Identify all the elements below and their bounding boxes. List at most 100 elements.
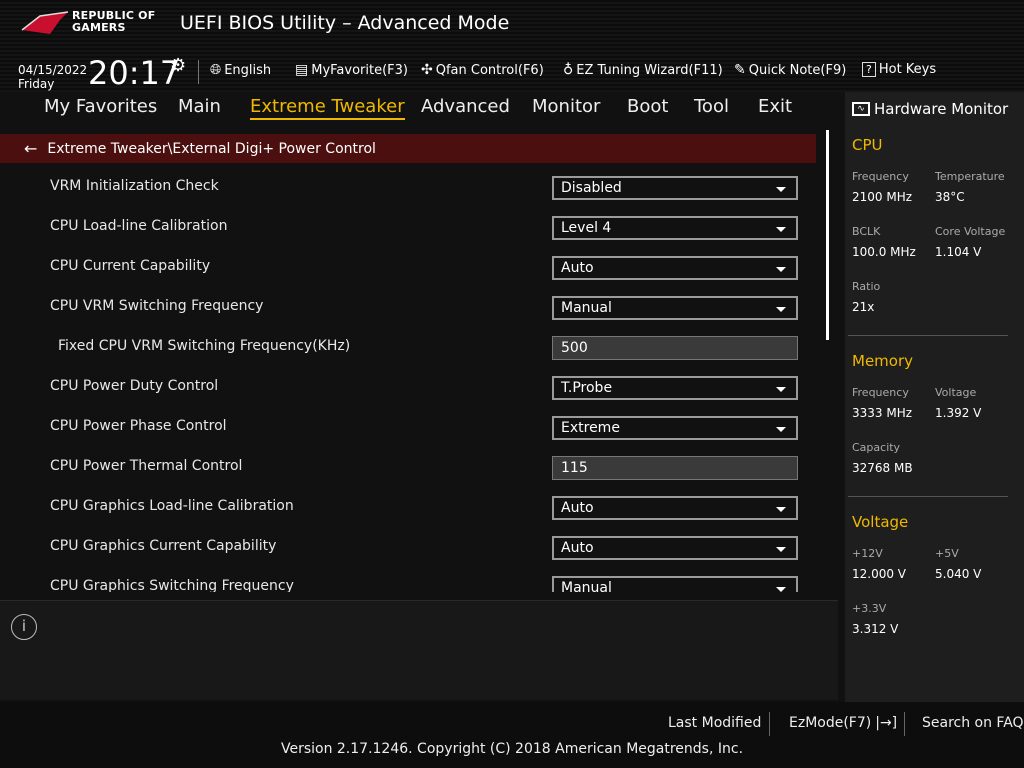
app-title: UEFI BIOS Utility – Advanced Mode (180, 12, 510, 34)
scrollbar[interactable] (826, 130, 829, 340)
dropdown-arrow-icon (776, 507, 786, 512)
search-faq-button[interactable]: Search on FAQ (922, 715, 1024, 731)
divider (904, 712, 905, 736)
setting-row: VRM Initialization Check Disabled (0, 166, 816, 206)
favorite-list-icon: ▤ (295, 62, 309, 78)
exit-arrow-icon: |→] (875, 715, 898, 731)
weekday: Friday (18, 77, 55, 91)
setting-row: CPU Graphics Switching Frequency Manual (0, 566, 816, 592)
monitor-icon: ∿ (852, 102, 870, 116)
quick-note-button[interactable]: ✎ Quick Note(F9) (734, 62, 846, 78)
version-text: Version 2.17.1246. Copyright (C) 2018 Am… (280, 741, 744, 757)
breadcrumb-path: Extreme Tweaker\External Digi+ Power Con… (47, 140, 376, 157)
hot-keys-label: Hot Keys (878, 62, 937, 77)
12v-value: 12.000 V (852, 567, 907, 581)
qfan-button[interactable]: ✣ Qfan Control(F6) (421, 62, 544, 78)
tab-monitor[interactable]: Monitor (532, 96, 600, 117)
memory-section-title: Memory (852, 352, 914, 370)
dropdown-arrow-icon (776, 387, 786, 392)
dropdown-arrow-icon (776, 547, 786, 552)
back-arrow-icon[interactable]: ← (24, 139, 37, 158)
memory-voltage-label: Voltage (935, 386, 977, 399)
setting-row: CPU VRM Switching Frequency Manual (0, 286, 816, 326)
setting-row: CPU Graphics Current Capability Auto (0, 526, 816, 566)
setting-row: Fixed CPU VRM Switching Frequency(KHz) 50… (0, 326, 816, 366)
setting-label: CPU Power Phase Control (50, 418, 227, 434)
3v3-label: +3.3V (852, 602, 887, 615)
12v-label: +12V (852, 547, 883, 560)
qfan-label: Qfan Control(F6) (435, 62, 544, 78)
bclk-value: 100.0 MHz (852, 245, 916, 259)
myfavorite-label: MyFavorite(F3) (311, 62, 408, 78)
cpu-temperature-value: 38°C (935, 190, 965, 204)
divider (848, 496, 1008, 497)
divider (198, 60, 199, 84)
setting-input[interactable]: 115 (552, 456, 798, 480)
setting-input[interactable]: 500 (552, 336, 798, 360)
date: 04/15/2022 (18, 63, 88, 77)
last-modified-button[interactable]: Last Modified (668, 715, 761, 731)
gear-icon[interactable]: ⚙ (170, 55, 186, 76)
setting-value: Auto (561, 500, 594, 516)
ez-tuning-button[interactable]: ♁ EZ Tuning Wizard(F11) (563, 62, 723, 78)
setting-label: CPU VRM Switching Frequency (50, 298, 264, 314)
setting-value: Manual (561, 580, 612, 592)
dropdown-arrow-icon (776, 227, 786, 232)
lightbulb-icon: ♁ (563, 62, 574, 78)
setting-dropdown[interactable]: Manual (552, 576, 798, 592)
ezmode-label: EzMode(F7) (789, 715, 872, 731)
breadcrumb: ← Extreme Tweaker\External Digi+ Power Co… (0, 134, 816, 163)
setting-value: 115 (561, 460, 588, 476)
globe-icon: 🌐︎ (210, 62, 222, 78)
setting-dropdown[interactable]: Manual (552, 296, 798, 320)
divider (769, 712, 770, 736)
myfavorite-button[interactable]: ▤ MyFavorite(F3) (295, 62, 408, 78)
tab-advanced[interactable]: Advanced (421, 96, 510, 117)
setting-dropdown[interactable]: Level 4 (552, 216, 798, 240)
setting-dropdown[interactable]: Auto (552, 496, 798, 520)
cpu-temperature-label: Temperature (935, 170, 1005, 183)
info-icon: i (11, 614, 37, 640)
setting-label: CPU Power Thermal Control (50, 458, 243, 474)
clock: 20:17 (88, 54, 181, 92)
note-icon: ✎ (734, 62, 746, 78)
setting-dropdown[interactable]: Disabled (552, 176, 798, 200)
settings-list: VRM Initialization Check Disabled CPU Load… (0, 166, 816, 592)
hot-keys-button[interactable]: ? Hot Keys (862, 62, 936, 77)
setting-dropdown[interactable]: Auto (552, 256, 798, 280)
memory-voltage-value: 1.392 V (935, 406, 982, 420)
setting-value: Disabled (561, 180, 622, 196)
language-label: English (224, 62, 272, 78)
cpu-section-title: CPU (852, 136, 883, 154)
main-tabs: My Favorites Main Extreme Tweaker Advanc… (0, 96, 840, 126)
setting-dropdown[interactable]: Auto (552, 536, 798, 560)
dropdown-arrow-icon (776, 427, 786, 432)
setting-label: CPU Graphics Current Capability (50, 538, 277, 554)
setting-label: Fixed CPU VRM Switching Frequency(KHz) (58, 338, 351, 354)
cpu-frequency-label: Frequency (852, 170, 909, 183)
setting-dropdown[interactable]: Extreme (552, 416, 798, 440)
setting-value: 500 (561, 340, 588, 356)
5v-label: +5V (935, 547, 959, 560)
logo-line-2: GAMERS (72, 21, 126, 34)
setting-label: VRM Initialization Check (50, 178, 219, 194)
3v3-value: 3.312 V (852, 622, 899, 636)
bclk-label: BCLK (852, 225, 881, 238)
setting-dropdown[interactable]: T.Probe (552, 376, 798, 400)
tab-tool[interactable]: Tool (694, 96, 729, 117)
footer (0, 702, 1024, 768)
quick-note-label: Quick Note(F9) (748, 62, 847, 78)
tab-my-favorites[interactable]: My Favorites (44, 96, 157, 117)
cpu-frequency-value: 2100 MHz (852, 190, 913, 204)
language-button[interactable]: 🌐︎ English (210, 62, 271, 78)
tab-main[interactable]: Main (178, 96, 221, 117)
setting-label: CPU Graphics Switching Frequency (50, 578, 294, 592)
dropdown-arrow-icon (776, 267, 786, 272)
ratio-value: 21x (852, 300, 875, 314)
tab-boot[interactable]: Boot (627, 96, 668, 117)
ezmode-button[interactable]: EzMode(F7) |→] (789, 715, 897, 731)
dropdown-arrow-icon (776, 587, 786, 592)
setting-value: Manual (561, 300, 612, 316)
tab-extreme-tweaker[interactable]: Extreme Tweaker (250, 96, 405, 120)
tab-exit[interactable]: Exit (758, 96, 792, 117)
